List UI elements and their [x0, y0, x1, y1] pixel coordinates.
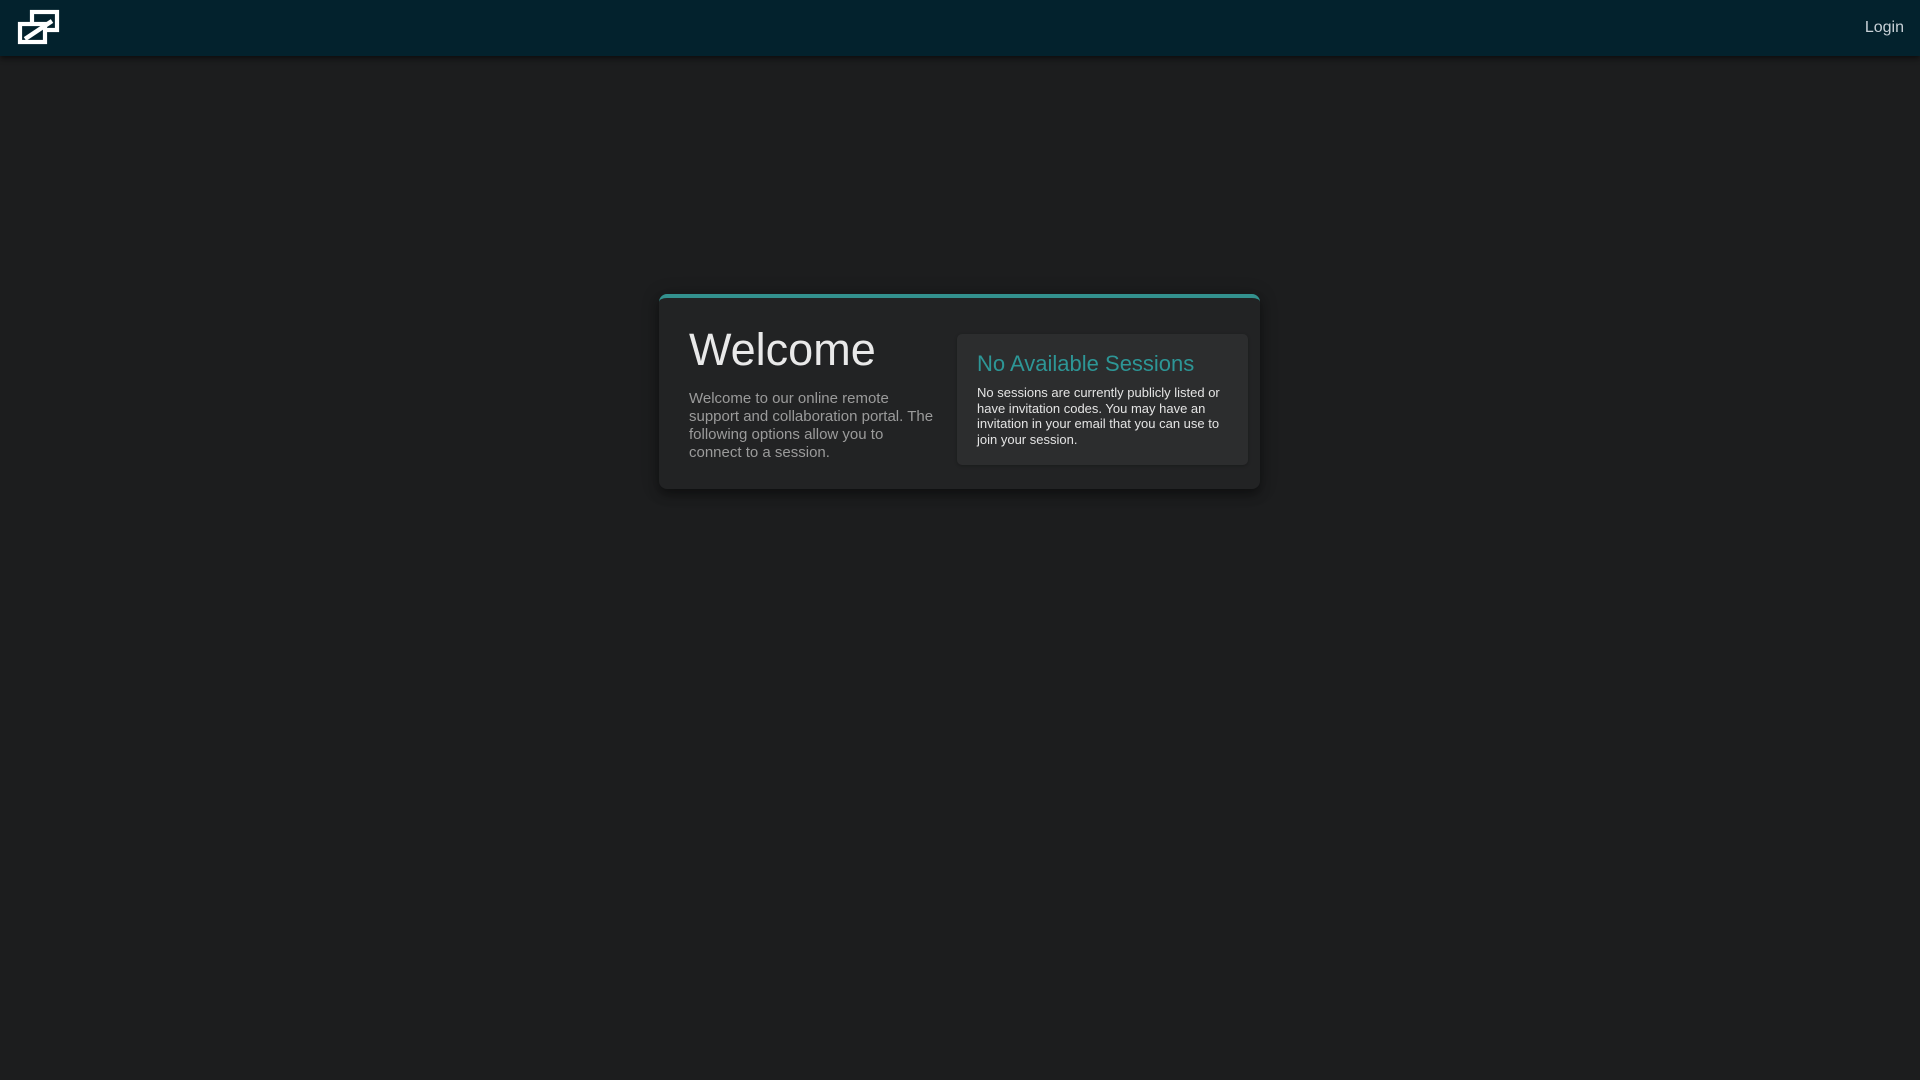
app-bar: Login	[0, 0, 1920, 56]
no-sessions-title: No Available Sessions	[977, 351, 1195, 376]
welcome-description: Welcome to our online remote support and…	[689, 390, 934, 461]
no-sessions-message: No sessions are currently publicly liste…	[977, 385, 1220, 447]
app-logo-button[interactable]	[15, 8, 61, 48]
welcome-card: Welcome Welcome to our online remote sup…	[659, 294, 1260, 489]
no-sessions-panel: No Available Sessions No sessions are cu…	[957, 334, 1248, 465]
login-link[interactable]: Login	[1863, 0, 1906, 56]
welcome-column: Welcome Welcome to our online remote sup…	[689, 322, 947, 465]
welcome-title: Welcome	[689, 324, 876, 375]
overlapping-screens-logo-icon	[16, 9, 60, 47]
